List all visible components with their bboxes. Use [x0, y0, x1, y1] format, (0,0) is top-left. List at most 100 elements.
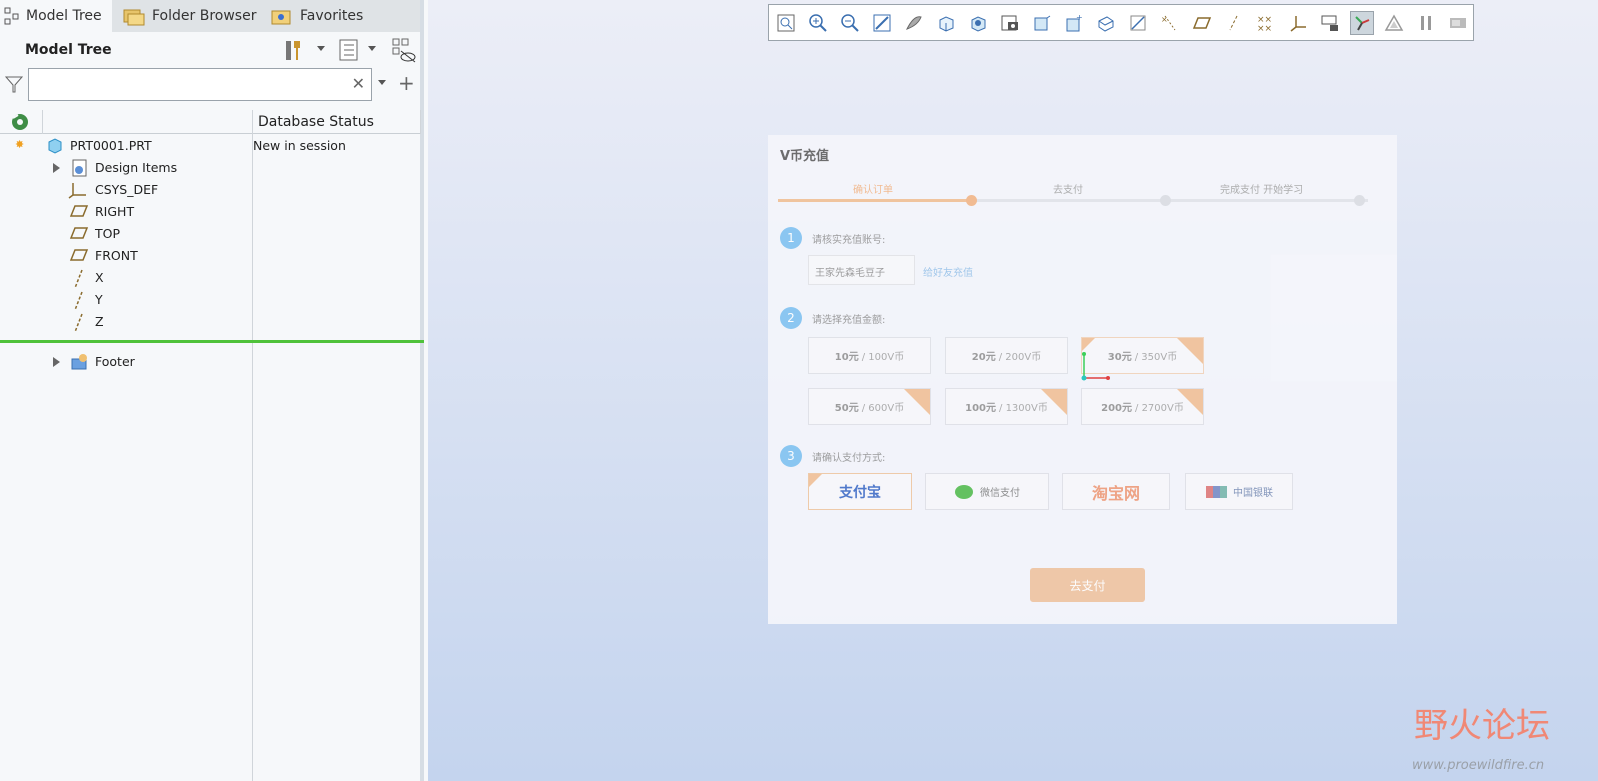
tree-item-root[interactable]: ✸ PRT0001.PRT New in session: [0, 135, 420, 157]
corner-ribbon: [1177, 389, 1203, 415]
tab-favorites[interactable]: Favorites: [270, 0, 390, 32]
datum-plane-display-icon[interactable]: [1190, 11, 1214, 35]
corner-ribbon: [1041, 389, 1067, 415]
appearance-icon[interactable]: [1382, 11, 1406, 35]
go-pay-button[interactable]: 去支付: [1030, 568, 1145, 602]
model-tree-title: Model Tree: [25, 42, 112, 58]
favorites-icon: [271, 10, 291, 25]
amount-price: 100元: [965, 403, 997, 414]
tree-item-right[interactable]: RIGHT: [0, 201, 420, 223]
datum-axis-icon: [74, 269, 83, 289]
database-status-value: New in session: [253, 138, 346, 153]
tree-item-z[interactable]: Z: [0, 311, 420, 333]
wechat-icon: [955, 484, 973, 499]
chevron-down-icon[interactable]: [317, 46, 325, 51]
tab-folder-browser[interactable]: Folder Browser: [122, 0, 262, 32]
corner-ribbon: [904, 389, 930, 415]
show-hidden-icon[interactable]: [392, 38, 418, 64]
axis-point-display-icon[interactable]: [1222, 11, 1246, 35]
progress-fill: [778, 199, 971, 202]
part-icon: [48, 138, 62, 154]
display-style-icon[interactable]: [934, 11, 958, 35]
animation-icon[interactable]: [1446, 11, 1470, 35]
refit-icon[interactable]: [774, 11, 798, 35]
insert-indicator[interactable]: [0, 340, 424, 343]
folder-browser-icon: [123, 9, 145, 26]
tree-item-footer[interactable]: Footer: [0, 351, 420, 373]
point-display-icon[interactable]: ×× ××: [1254, 11, 1278, 35]
zoom-in-icon[interactable]: [806, 11, 830, 35]
amount-option[interactable]: 100元/ 1300V币: [945, 388, 1068, 425]
step-dot: [1160, 195, 1171, 206]
zoom-out-icon[interactable]: [838, 11, 862, 35]
axis-display-icon[interactable]: ×: [1158, 11, 1182, 35]
tree-item-front[interactable]: FRONT: [0, 245, 420, 267]
pause-icon[interactable]: [1414, 11, 1438, 35]
step-dot: [1354, 195, 1365, 206]
step-dot: [966, 195, 977, 206]
column-header-database-status[interactable]: Database Status: [258, 114, 374, 130]
amount-option[interactable]: 20元/ 200V币: [945, 337, 1068, 374]
new-indicator-icon: ✸: [15, 138, 25, 151]
spin-center-toggle-icon[interactable]: [1350, 11, 1374, 35]
amount-option[interactable]: 200元/ 2700V币: [1081, 388, 1204, 425]
close-icon[interactable]: ✕: [352, 74, 365, 93]
expand-arrow-icon[interactable]: [53, 163, 60, 173]
tree-item-label: X: [95, 270, 104, 285]
tree-item-label: FRONT: [95, 248, 138, 263]
model-tree-panel: Model Tree Folder Browser Favorites Mode…: [0, 0, 424, 781]
amount-option[interactable]: 10元/ 100V币: [808, 337, 931, 374]
datum-plane-icon: [69, 205, 89, 217]
saved-orientations-icon[interactable]: [966, 11, 990, 35]
pay-alipay[interactable]: 支付宝: [808, 473, 912, 510]
tree-item-y[interactable]: Y: [0, 289, 420, 311]
filter-icon[interactable]: [4, 74, 24, 94]
pay-unionpay[interactable]: 中国银联: [1185, 473, 1293, 510]
tab-model-tree[interactable]: Model Tree: [0, 0, 112, 32]
tab-label: Model Tree: [26, 8, 102, 24]
graphics-toolbar: + × ×× ××: [768, 4, 1474, 41]
tree-item-top[interactable]: TOP: [0, 223, 420, 245]
column-divider[interactable]: [252, 110, 253, 134]
shading-icon[interactable]: [902, 11, 926, 35]
model-tree-icon: [4, 7, 19, 25]
chevron-down-icon[interactable]: [368, 46, 376, 51]
annotation-display-icon[interactable]: [1094, 11, 1118, 35]
chevron-down-icon[interactable]: [378, 80, 386, 85]
tab-label: Folder Browser: [152, 8, 257, 24]
datum-axis-icon: [74, 313, 83, 333]
add-icon[interactable]: +: [398, 71, 415, 95]
tools-icon[interactable]: [282, 38, 308, 62]
pay-taobao[interactable]: 淘宝网: [1062, 473, 1170, 510]
expand-arrow-icon[interactable]: [53, 357, 60, 367]
tree-item-design-items[interactable]: Design Items: [0, 157, 420, 179]
regenerate-icon[interactable]: [10, 112, 30, 132]
repaint-icon[interactable]: [870, 11, 894, 35]
search-field[interactable]: ✕: [28, 68, 372, 101]
pay-wechat[interactable]: 微信支付: [925, 473, 1049, 510]
section-label: 请选择充值金额:: [812, 315, 886, 326]
perspective-icon[interactable]: [1030, 11, 1054, 35]
column-divider: [420, 110, 421, 134]
annotation-filter-icon[interactable]: [1318, 11, 1342, 35]
amount-option[interactable]: 50元/ 600V币: [808, 388, 931, 425]
tree-item-label: RIGHT: [95, 204, 135, 219]
tree-item-x[interactable]: X: [0, 267, 420, 289]
amount-coins: / 100V币: [861, 352, 905, 363]
step-number: 1: [780, 227, 802, 249]
view-manager-icon[interactable]: [998, 11, 1022, 35]
search-input[interactable]: [29, 69, 329, 99]
spin-center-icon[interactable]: +: [1062, 11, 1086, 35]
datum-plane-icon: [69, 227, 89, 239]
tree-item-label: Y: [95, 292, 103, 307]
recharge-friend-link[interactable]: 给好友充值: [923, 264, 973, 279]
account-field[interactable]: 王家先森毛豆子: [808, 255, 915, 285]
amount-price: 200元: [1101, 403, 1133, 414]
datum-plane-icon: [69, 249, 89, 261]
plane-display-icon[interactable]: [1126, 11, 1150, 35]
settings-list-icon[interactable]: [338, 38, 360, 62]
csys-display-icon[interactable]: [1286, 11, 1310, 35]
tree-item-csys-def[interactable]: CSYS_DEF: [0, 179, 420, 201]
tree-item-label: TOP: [95, 226, 121, 241]
watermark-logo: 野火论坛: [1414, 706, 1550, 746]
